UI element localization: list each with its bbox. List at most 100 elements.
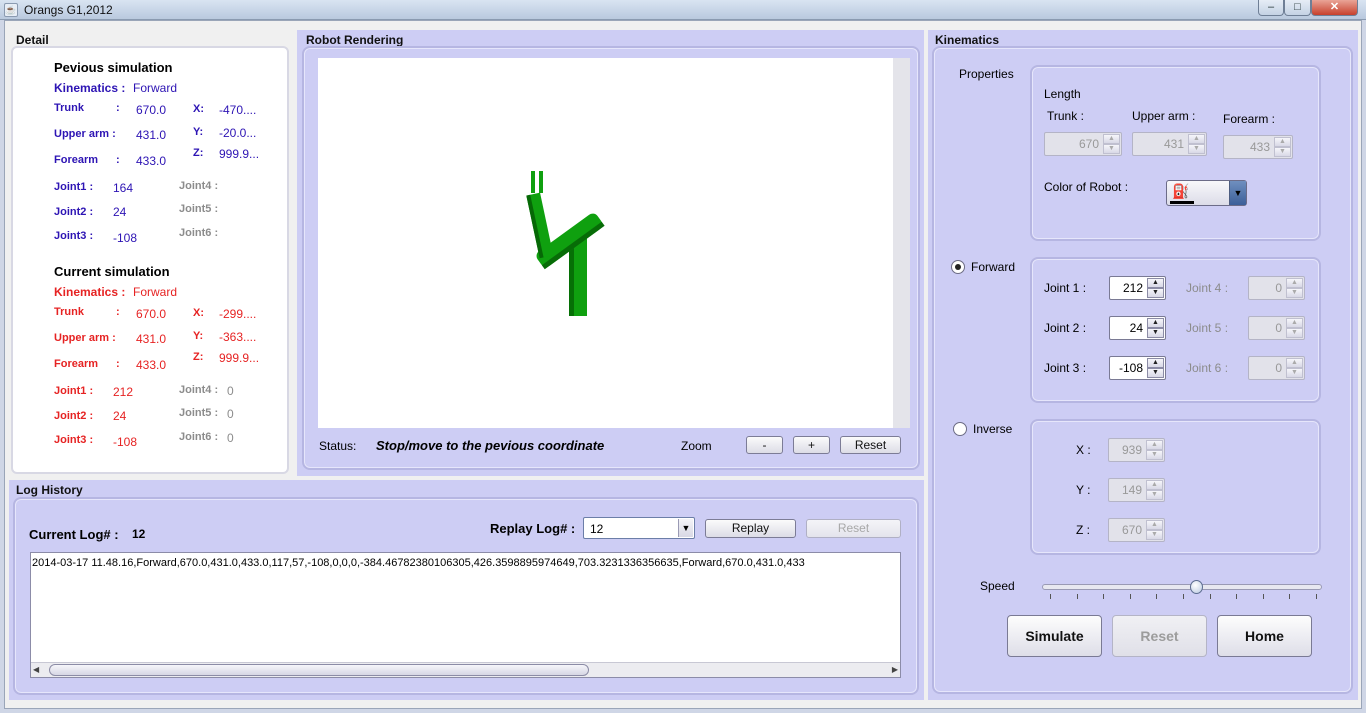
upperarm-length-spinner[interactable]: 431 ▲ ▼ bbox=[1132, 132, 1207, 156]
joint4-spinner[interactable]: 0 ▲ ▼ bbox=[1248, 276, 1305, 300]
spin-up-icon[interactable]: ▲ bbox=[1146, 520, 1163, 530]
joint1-label: Joint 1 : bbox=[1044, 281, 1087, 295]
forward-radio[interactable] bbox=[951, 260, 965, 274]
spin-down-icon[interactable]: ▼ bbox=[1146, 530, 1163, 540]
log-text-area[interactable]: 2014-03-17 11.48.16,Forward,670.0,431.0,… bbox=[30, 552, 901, 678]
speed-tick bbox=[1103, 594, 1104, 599]
chevron-down-icon[interactable]: ▼ bbox=[1229, 181, 1246, 205]
spin-up-icon[interactable]: ▲ bbox=[1147, 318, 1164, 328]
prev-y-value: -20.0... bbox=[219, 126, 257, 140]
trunk-length-spinner[interactable]: 670 ▲ ▼ bbox=[1044, 132, 1122, 156]
forearm-length-value: 433 bbox=[1249, 140, 1270, 154]
spin-up-icon[interactable]: ▲ bbox=[1286, 318, 1303, 328]
prev-joint4-label: Joint4 : bbox=[179, 180, 219, 192]
spin-down-icon[interactable]: ▼ bbox=[1147, 368, 1164, 378]
prev-joint3-label: Joint3 : bbox=[54, 230, 94, 242]
spin-down-icon[interactable]: ▼ bbox=[1286, 328, 1303, 338]
canvas-side-strip bbox=[893, 58, 910, 428]
speed-label: Speed bbox=[980, 579, 1015, 593]
robot-color-picker[interactable]: ⛽ ▼ bbox=[1166, 180, 1247, 206]
properties-label: Properties bbox=[959, 67, 1014, 81]
joint3-label: Joint 3 : bbox=[1044, 361, 1087, 375]
cur-joint4-label: Joint4 : bbox=[179, 384, 219, 396]
cur-trunk-colon: : bbox=[116, 306, 120, 318]
speed-tick bbox=[1183, 594, 1184, 599]
status-label: Status: bbox=[319, 439, 357, 453]
speed-slider-track[interactable] bbox=[1042, 584, 1322, 590]
spin-down-icon[interactable]: ▼ bbox=[1147, 288, 1164, 298]
z-coord-spinner[interactable]: 670 ▲ ▼ bbox=[1108, 518, 1165, 542]
spin-down-icon[interactable]: ▼ bbox=[1286, 368, 1303, 378]
joint1-value: 212 bbox=[1122, 281, 1143, 295]
color-swatch bbox=[1170, 201, 1194, 204]
speed-slider-ticks bbox=[1050, 594, 1317, 600]
spin-down-icon[interactable]: ▼ bbox=[1146, 450, 1163, 460]
joint1-spinner[interactable]: 212 ▲ ▼ bbox=[1109, 276, 1166, 300]
log-horizontal-scrollbar[interactable]: ◀ ▶ bbox=[31, 662, 900, 677]
close-button[interactable]: ✕ bbox=[1311, 0, 1358, 16]
forward-label: Forward bbox=[971, 260, 1016, 274]
simulate-button[interactable]: Simulate bbox=[1007, 615, 1102, 657]
replay-log-label: Replay Log# : bbox=[490, 521, 576, 536]
prev-forearm-label: Forearm bbox=[54, 154, 99, 166]
spin-up-icon[interactable]: ▲ bbox=[1147, 278, 1164, 288]
spin-up-icon[interactable]: ▲ bbox=[1103, 134, 1120, 144]
cur-forearm-value: 433.0 bbox=[136, 358, 167, 372]
previous-sim-heading: Pevious simulation bbox=[54, 60, 173, 75]
current-log-label: Current Log# : bbox=[29, 527, 119, 542]
joint3-spinner[interactable]: -108 ▲ ▼ bbox=[1109, 356, 1166, 380]
log-reset-button[interactable]: Reset bbox=[806, 519, 901, 538]
spin-up-icon[interactable]: ▲ bbox=[1147, 358, 1164, 368]
zoom-reset-button[interactable]: Reset bbox=[840, 436, 901, 454]
robot-canvas[interactable] bbox=[318, 58, 910, 428]
cur-x-label: X: bbox=[193, 307, 204, 319]
cur-x-value: -299.... bbox=[219, 307, 257, 321]
spin-down-icon[interactable]: ▼ bbox=[1147, 328, 1164, 338]
cur-joint2-label: Joint2 : bbox=[54, 410, 94, 422]
y-coord-spinner[interactable]: 149 ▲ ▼ bbox=[1108, 478, 1165, 502]
zoom-out-button[interactable]: - bbox=[746, 436, 783, 454]
spin-down-icon[interactable]: ▼ bbox=[1274, 147, 1291, 157]
spin-down-icon[interactable]: ▼ bbox=[1146, 490, 1163, 500]
replay-log-select[interactable]: 12 ▼ bbox=[583, 517, 695, 539]
cur-joint1-value: 212 bbox=[113, 385, 134, 399]
cur-joint5-value: 0 bbox=[227, 407, 234, 421]
prev-kinematics-value: Forward bbox=[133, 81, 178, 95]
minimize-button[interactable]: – bbox=[1258, 0, 1284, 16]
x-coord-spinner[interactable]: 939 ▲ ▼ bbox=[1108, 438, 1165, 462]
zoom-in-button[interactable]: + bbox=[793, 436, 830, 454]
prev-forearm-value: 433.0 bbox=[136, 154, 167, 168]
cur-forearm-label: Forearm bbox=[54, 358, 99, 370]
speed-tick bbox=[1210, 594, 1211, 599]
cur-kinematics-value: Forward bbox=[133, 285, 178, 299]
joint2-spinner[interactable]: 24 ▲ ▼ bbox=[1109, 316, 1166, 340]
spin-up-icon[interactable]: ▲ bbox=[1286, 358, 1303, 368]
joint5-spinner[interactable]: 0 ▲ ▼ bbox=[1248, 316, 1305, 340]
spin-down-icon[interactable]: ▼ bbox=[1188, 144, 1205, 154]
kinematics-title: Kinematics bbox=[935, 33, 1000, 47]
spin-down-icon[interactable]: ▼ bbox=[1103, 144, 1120, 154]
spin-up-icon[interactable]: ▲ bbox=[1274, 137, 1291, 147]
forearm-length-spinner[interactable]: 433 ▲ ▼ bbox=[1223, 135, 1293, 159]
spin-up-icon[interactable]: ▲ bbox=[1286, 278, 1303, 288]
spin-down-icon[interactable]: ▼ bbox=[1286, 288, 1303, 298]
joint6-spinner[interactable]: 0 ▲ ▼ bbox=[1248, 356, 1305, 380]
scroll-right-icon[interactable]: ▶ bbox=[892, 665, 898, 674]
kinematics-reset-button[interactable]: Reset bbox=[1112, 615, 1207, 657]
log-history-title: Log History bbox=[16, 483, 83, 497]
joint5-value: 0 bbox=[1275, 321, 1282, 335]
inverse-radio[interactable] bbox=[953, 422, 967, 436]
scroll-left-icon[interactable]: ◀ bbox=[33, 665, 39, 674]
home-button[interactable]: Home bbox=[1217, 615, 1312, 657]
spin-up-icon[interactable]: ▲ bbox=[1188, 134, 1205, 144]
y-coord-value: 149 bbox=[1121, 483, 1142, 497]
robot-color-label: Color of Robot : bbox=[1044, 180, 1129, 194]
spin-up-icon[interactable]: ▲ bbox=[1146, 480, 1163, 490]
scrollbar-thumb[interactable] bbox=[49, 664, 589, 676]
spin-up-icon[interactable]: ▲ bbox=[1146, 440, 1163, 450]
replay-button[interactable]: Replay bbox=[705, 519, 796, 538]
chevron-down-icon[interactable]: ▼ bbox=[678, 519, 693, 537]
cur-joint4-value: 0 bbox=[227, 384, 234, 398]
maximize-button[interactable]: □ bbox=[1284, 0, 1311, 16]
cur-trunk-value: 670.0 bbox=[136, 307, 167, 321]
